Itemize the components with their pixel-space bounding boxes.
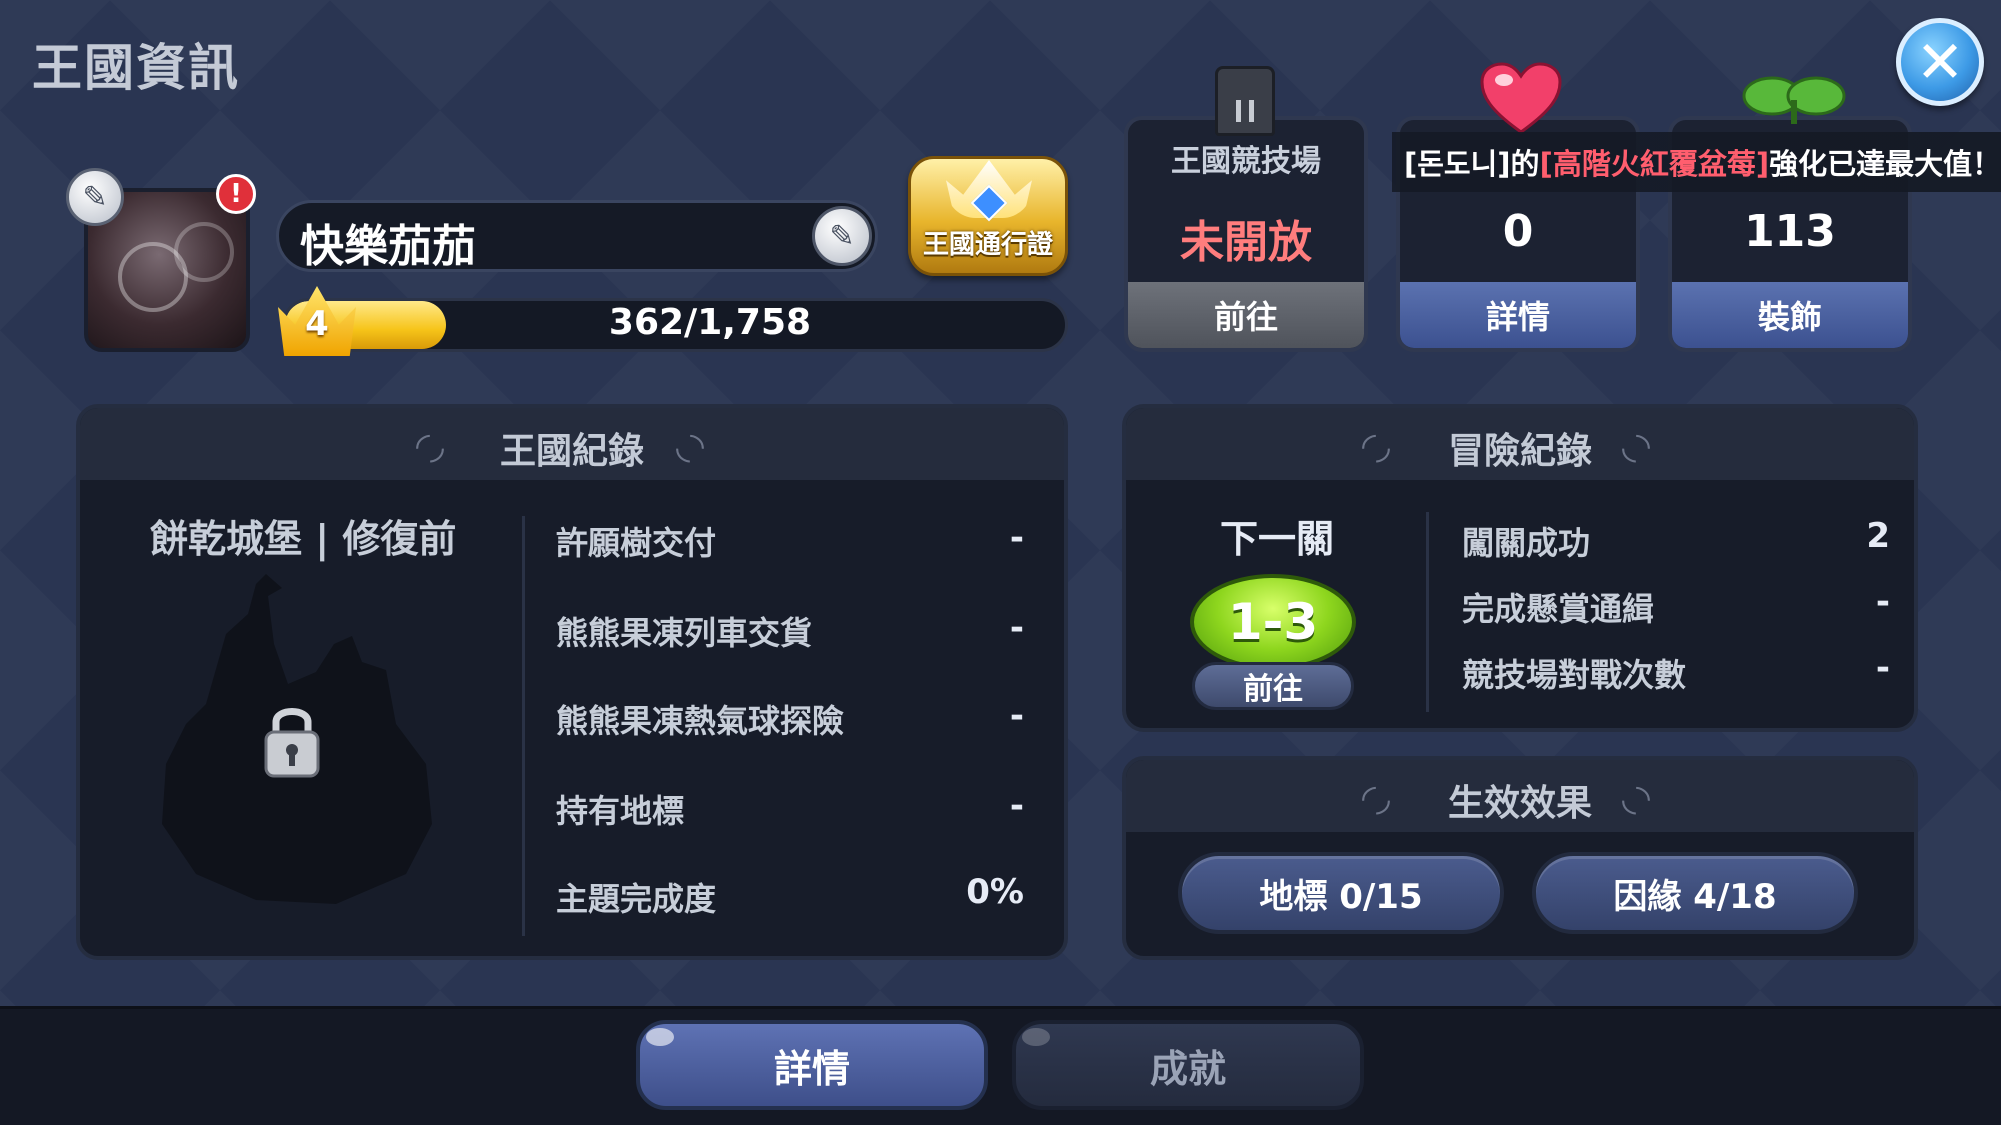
arena-card: 王國競技場 未開放 前往 [1124,116,1368,352]
page-title: 王國資訊 [32,39,240,97]
panel-title: 冒險紀錄 [1447,431,1592,472]
stage-go-button[interactable]: 前往 [1192,662,1354,710]
card-value: 未開放 [1180,217,1312,268]
alert-badge: ! [216,174,256,214]
arena-go-button[interactable]: 前往 [1128,282,1364,348]
decorate-button[interactable]: 裝飾 [1672,282,1908,348]
bond-effect-button[interactable]: 因緣 4/18 [1532,852,1858,934]
avatar-edit-button[interactable]: ✎ [66,168,124,226]
toast-highlight: [高階火紅覆盆莓] [1539,147,1770,181]
stat-value: - [1009,786,1024,826]
tab-details[interactable]: 詳情 [636,1020,988,1110]
heart-icon [1480,62,1562,134]
next-stage-badge[interactable]: 1-3 [1190,574,1356,670]
details-button[interactable]: 詳情 [1400,282,1636,348]
divider [522,516,525,936]
stat-label: 闖關成功 [1462,524,1591,562]
card-value: 0 [1502,206,1534,257]
close-icon: ✕ [1915,28,1965,96]
leaf-icon [1742,76,1846,124]
exp-text: 362/1,758 [608,302,812,343]
pencil-icon: ✎ [829,218,855,254]
arena-gate-icon-detail [1236,100,1254,122]
swirl-right-icon: ◟◝ [1622,778,1650,819]
stat-value: 0% [966,872,1024,912]
tab-achievements[interactable]: 成就 [1012,1020,1364,1110]
panel-title: 王國紀錄 [499,431,644,472]
tab-shine [646,1028,674,1046]
tab-shine [1022,1028,1050,1046]
stat-value: 2 [1866,516,1890,556]
swirl-right-icon: ◟◝ [676,426,704,467]
stat-label: 主題完成度 [556,880,717,918]
lock-icon [264,708,320,778]
stat-value: - [1009,518,1024,558]
stat-value: - [1875,648,1890,688]
swirl-right-icon: ◟◝ [1622,426,1650,467]
toast-prefix: [돈도니]的 [1404,147,1540,181]
stat-label: 熊熊果凍列車交貨 [556,614,813,652]
stat-value: - [1875,582,1890,622]
pencil-icon: ✎ [82,179,108,215]
swirl-left-icon: ◜◞ [1362,426,1390,467]
castle-name: 餅乾城堡 | 修復前 [150,517,457,561]
landmark-effect-button[interactable]: 地標 0/15 [1178,852,1504,934]
stat-label: 許願樹交付 [556,524,717,562]
stat-value: - [1009,608,1024,648]
divider [1426,512,1429,712]
avatar-art-detail [174,222,234,282]
card-value: 113 [1744,206,1836,257]
card-title: 王國競技場 [1171,144,1321,179]
panel-title: 生效效果 [1447,783,1592,824]
notification-toast: [돈도니]的 [高階火紅覆盆莓] 強化已達最大值！ [1392,132,2001,192]
level-number: 4 [305,304,329,344]
name-edit-button[interactable]: ✎ [812,206,872,266]
toast-suffix: 強化已達最大值！ [1769,147,2001,181]
stat-value: - [1009,696,1024,736]
swirl-left-icon: ◜◞ [416,426,444,467]
stat-label: 熊熊果凍熱氣球探險 [556,702,845,740]
kingdom-pass-label: 王國通行證 [922,230,1053,260]
swirl-left-icon: ◜◞ [1362,778,1390,819]
next-stage-label: 下一關 [1220,517,1335,561]
player-name: 快樂茄茄 [300,221,476,272]
stat-label: 競技場對戰次數 [1462,656,1687,694]
stat-label: 完成懸賞通緝 [1462,590,1655,628]
stat-label: 持有地標 [556,792,685,830]
bottom-tab-bar [0,1006,2001,1125]
close-button[interactable]: ✕ [1896,18,1984,106]
